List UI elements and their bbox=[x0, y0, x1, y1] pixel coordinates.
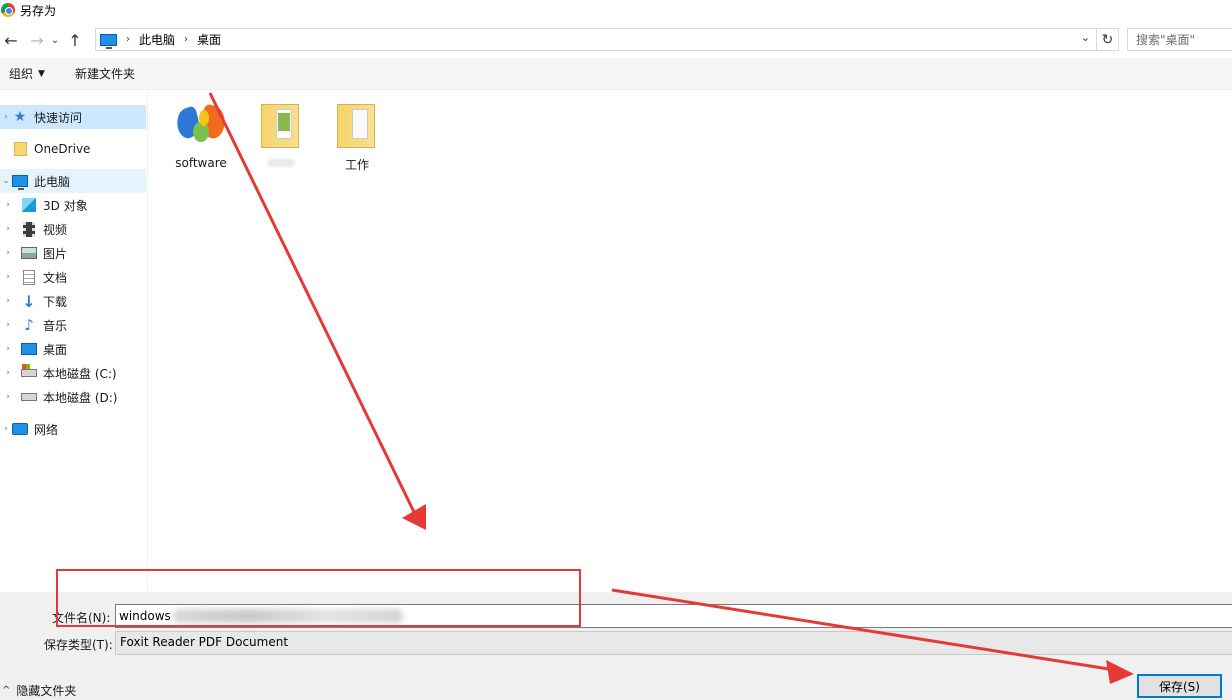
network-icon bbox=[12, 421, 28, 437]
computer-icon bbox=[12, 173, 28, 190]
expand-chevron-icon[interactable]: › bbox=[2, 320, 14, 330]
nav-item-desktop[interactable]: › 桌面 bbox=[0, 337, 146, 361]
save-button[interactable]: 保存(S) bbox=[1137, 674, 1222, 698]
file-item-label: software bbox=[175, 156, 227, 170]
chevron-up-icon: ^ bbox=[2, 685, 11, 696]
forward-arrow-icon[interactable]: → bbox=[26, 28, 48, 52]
blurred-label bbox=[267, 159, 295, 167]
nav-item-label: 桌面 bbox=[43, 342, 68, 357]
desktop-icon bbox=[21, 341, 37, 357]
expand-chevron-icon[interactable]: › bbox=[0, 112, 12, 122]
nav-item-drive-c[interactable]: › 本地磁盘 (C:) bbox=[0, 361, 146, 385]
nav-item-pictures[interactable]: › 图片 bbox=[0, 241, 146, 265]
nav-item-label: 文档 bbox=[43, 270, 68, 285]
music-icon: ♪ bbox=[24, 316, 34, 334]
breadcrumb-separator: › bbox=[126, 34, 130, 45]
drive-c-icon bbox=[21, 364, 37, 381]
address-row: ← → ⌄ ↑ › 此电脑 › 桌面 ⌄ ↻ 搜索"桌面" bbox=[0, 26, 1232, 54]
filetype-label: 保存类型(T): bbox=[44, 638, 113, 652]
nav-item-music[interactable]: › ♪ 音乐 bbox=[0, 313, 146, 337]
collapse-chevron-icon[interactable]: ⌄ bbox=[0, 176, 12, 186]
expand-chevron-icon[interactable]: › bbox=[2, 368, 14, 378]
file-item-folder[interactable] bbox=[247, 98, 315, 170]
expand-chevron-icon[interactable]: › bbox=[2, 248, 14, 258]
nav-item-label: 下载 bbox=[43, 294, 68, 309]
nav-item-label: 音乐 bbox=[43, 318, 68, 333]
file-item-label: 工作 bbox=[344, 158, 369, 172]
back-arrow-icon[interactable]: ← bbox=[0, 28, 22, 52]
file-list: software 工作 bbox=[149, 92, 1232, 592]
picture-icon bbox=[21, 245, 37, 261]
nav-item-label: 此电脑 bbox=[34, 174, 71, 189]
cube-icon bbox=[21, 197, 37, 213]
filetype-select[interactable]: Foxit Reader PDF Document bbox=[115, 631, 1232, 655]
nav-item-label: 本地磁盘 (C:) bbox=[43, 366, 117, 381]
video-icon bbox=[21, 221, 37, 237]
nav-item-label: OneDrive bbox=[34, 142, 91, 156]
folder-icon bbox=[12, 141, 28, 157]
address-dropdown-chevron-icon[interactable]: ⌄ bbox=[1081, 31, 1090, 44]
file-item-software[interactable]: software bbox=[167, 98, 235, 170]
document-icon bbox=[21, 269, 37, 285]
nav-item-videos[interactable]: › 视频 bbox=[0, 217, 146, 241]
butterfly-logo-icon bbox=[173, 98, 229, 152]
folder-icon bbox=[255, 98, 307, 152]
organize-label: 组织 bbox=[9, 67, 34, 81]
breadcrumb-separator: › bbox=[184, 34, 189, 45]
hide-folders-toggle[interactable]: ^ 隐藏文件夹 bbox=[2, 682, 76, 699]
folder-icon bbox=[331, 98, 383, 152]
nav-item-label: 3D 对象 bbox=[43, 198, 88, 213]
nav-item-network[interactable]: › 网络 bbox=[0, 417, 146, 441]
expand-chevron-icon[interactable]: › bbox=[2, 296, 14, 306]
navigation-pane: › ★ 快速访问 OneDrive ⌄ 此电脑 › 3D 对象 › 视频 › 图… bbox=[0, 92, 148, 592]
address-bar[interactable]: › 此电脑 › 桌面 ⌄ ↻ bbox=[95, 28, 1119, 51]
expand-chevron-icon[interactable]: › bbox=[2, 344, 14, 354]
chrome-app-icon bbox=[1, 3, 15, 17]
organize-menu-button[interactable]: 组织 ▼ bbox=[9, 65, 45, 82]
title-bar: 另存为 bbox=[0, 0, 1232, 20]
recent-locations-chevron-icon[interactable]: ⌄ bbox=[48, 28, 62, 52]
nav-item-documents[interactable]: › 文档 bbox=[0, 265, 146, 289]
download-icon: ↓ bbox=[22, 291, 36, 311]
breadcrumb-desktop[interactable]: 桌面 bbox=[197, 31, 221, 48]
hide-folders-label: 隐藏文件夹 bbox=[16, 684, 77, 698]
file-item-work-folder[interactable]: 工作 bbox=[323, 98, 391, 173]
expand-chevron-icon[interactable]: › bbox=[2, 272, 14, 282]
command-bar: 组织 ▼ 新建文件夹 bbox=[0, 58, 1232, 90]
nav-item-downloads[interactable]: › ↓ 下载 bbox=[0, 289, 146, 313]
search-input[interactable]: 搜索"桌面" bbox=[1127, 28, 1232, 51]
nav-item-label: 网络 bbox=[34, 422, 59, 437]
nav-item-quick-access[interactable]: › ★ 快速访问 bbox=[0, 105, 146, 129]
nav-item-onedrive[interactable]: OneDrive bbox=[0, 137, 146, 161]
nav-item-label: 图片 bbox=[43, 246, 68, 261]
nav-item-3d-objects[interactable]: › 3D 对象 bbox=[0, 193, 146, 217]
nav-item-drive-d[interactable]: › 本地磁盘 (D:) bbox=[0, 385, 146, 409]
star-icon: ★ bbox=[13, 109, 27, 125]
nav-item-label: 快速访问 bbox=[34, 110, 83, 125]
new-folder-button[interactable]: 新建文件夹 bbox=[75, 65, 135, 82]
nav-item-label: 视频 bbox=[43, 222, 68, 237]
nav-item-this-pc[interactable]: ⌄ 此电脑 bbox=[0, 169, 146, 193]
annotation-highlight-box bbox=[56, 569, 581, 627]
nav-item-label: 本地磁盘 (D:) bbox=[43, 390, 118, 405]
expand-chevron-icon[interactable]: › bbox=[2, 224, 14, 234]
window-title: 另存为 bbox=[20, 3, 57, 18]
breadcrumb-this-pc[interactable]: 此电脑 bbox=[139, 31, 175, 48]
drive-d-icon bbox=[21, 389, 37, 405]
computer-icon bbox=[100, 33, 117, 49]
expand-chevron-icon[interactable]: › bbox=[2, 200, 14, 210]
caret-down-icon: ▼ bbox=[38, 68, 45, 79]
up-arrow-icon[interactable]: ↑ bbox=[64, 28, 86, 52]
refresh-icon[interactable]: ↻ bbox=[1096, 29, 1118, 50]
expand-chevron-icon[interactable]: › bbox=[0, 424, 12, 434]
expand-chevron-icon[interactable]: › bbox=[2, 392, 14, 402]
